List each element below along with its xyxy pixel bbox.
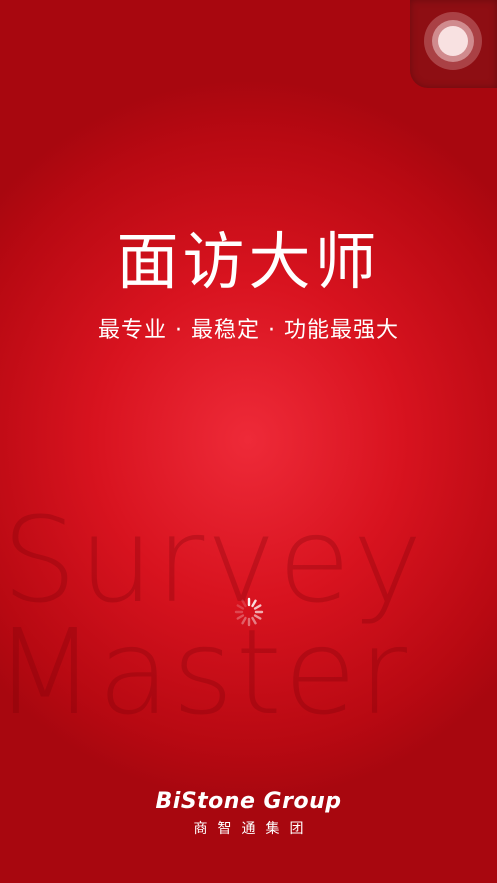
- assistive-touch-button[interactable]: [410, 0, 497, 88]
- brand-chinese-name: 商智通集团: [193, 821, 314, 837]
- app-title: 面访大师: [116, 225, 381, 298]
- assistive-touch-core: [438, 26, 468, 56]
- watermark-master: Master: [0, 603, 409, 741]
- loading-spinner-icon: [234, 597, 264, 627]
- brand-logo-text: BiStone Group: [155, 789, 342, 814]
- splash-screen: 面访大师 最专业 · 最稳定 · 功能最强大 Survey Master BiS…: [0, 0, 497, 883]
- app-tagline: 最专业 · 最稳定 · 功能最强大: [98, 318, 399, 343]
